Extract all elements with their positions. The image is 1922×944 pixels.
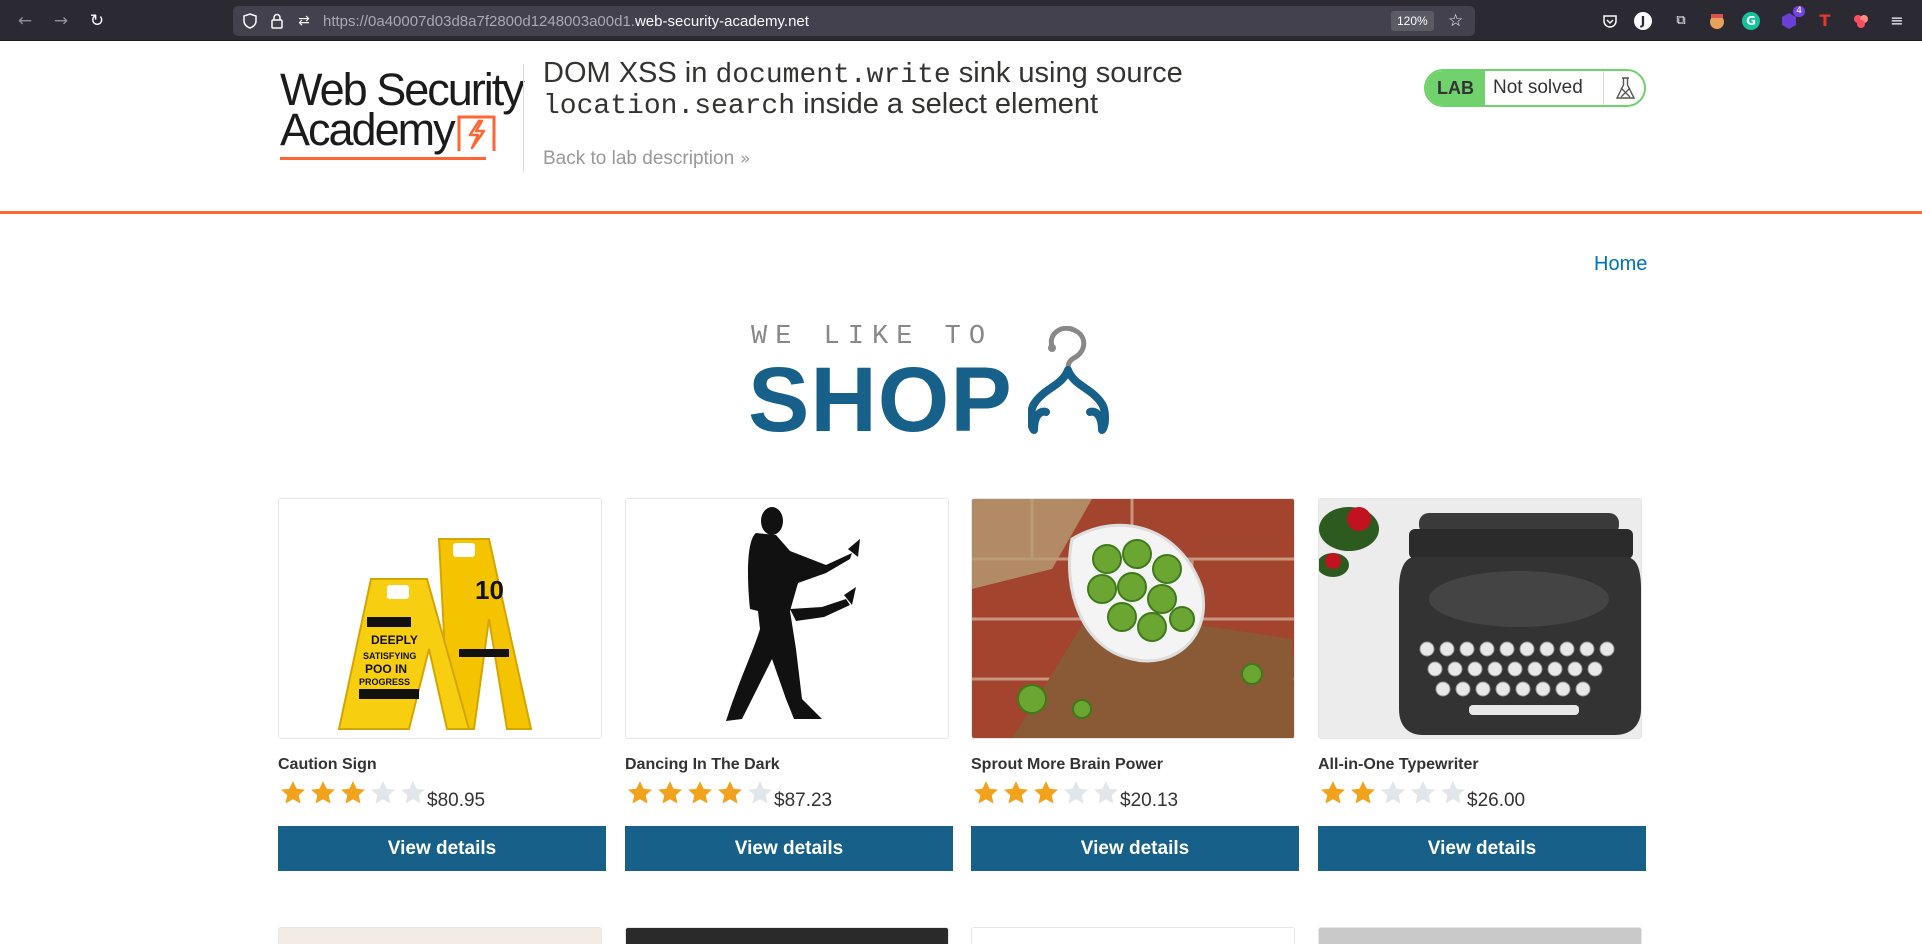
browser-toolbar: ← → ↻ ⇄ https://0a40007d03d8a7f2800d1248… (0, 0, 1922, 41)
lab-title-part2: sink using source (950, 57, 1183, 89)
star-filled-icon (688, 781, 712, 804)
product-price: $80.95 (427, 790, 486, 811)
reload-icon[interactable]: ↻ (84, 8, 110, 34)
lab-title-code1: document.write (715, 60, 951, 91)
product-image-caution-sign[interactable]: DEEPLY SATISFYING POO IN PROGRESS 10 (278, 498, 602, 739)
star-filled-icon (658, 781, 682, 804)
red-extension-icon[interactable] (1850, 10, 1872, 32)
star-filled-icon (1034, 781, 1058, 804)
hanger-icon (1028, 326, 1109, 434)
star-empty-icon (1411, 781, 1435, 804)
back-to-lab-description-link[interactable]: Back to lab description» (543, 148, 751, 170)
star-rating (278, 778, 428, 808)
star-empty-icon (1381, 781, 1405, 804)
lab-title-part1: DOM XSS in (543, 57, 716, 89)
t-extension-icon[interactable]: T (1814, 10, 1836, 32)
svg-text:DEEPLY: DEEPLY (371, 633, 418, 647)
double-chevron-right-icon: » (740, 149, 751, 169)
tracking-shield-icon[interactable] (239, 10, 261, 32)
home-link[interactable]: Home (1594, 253, 1647, 276)
shop-tagline: WE LIKE TO (751, 322, 994, 352)
svg-text:POO IN: POO IN (365, 662, 407, 676)
star-empty-icon (1441, 781, 1465, 804)
product-price: $20.13 (1120, 790, 1179, 811)
lab-status-widget: LAB Not solved (1424, 69, 1646, 107)
permissions-icon[interactable]: ⇄ (293, 10, 315, 32)
star-filled-icon (1351, 781, 1375, 804)
lab-title: DOM XSS in document.write sink using sou… (543, 57, 1243, 122)
svg-text:SATISFYING: SATISFYING (363, 651, 416, 661)
star-filled-icon (718, 781, 742, 804)
svg-text:PROGRESS: PROGRESS (359, 677, 410, 687)
logo-text-line2: Academy (280, 104, 456, 155)
product-image-partial[interactable] (1318, 927, 1642, 944)
product-name: Sprout More Brain Power (971, 756, 1164, 773)
star-empty-icon (1064, 781, 1088, 804)
star-rating (625, 778, 775, 808)
star-empty-icon (748, 781, 772, 804)
shop-word: SHOP (748, 349, 1013, 451)
view-details-button[interactable]: View details (278, 826, 606, 871)
product-name: Dancing In The Dark (625, 756, 780, 773)
lab-title-part3: inside a select element (795, 88, 1099, 120)
star-filled-icon (1321, 781, 1345, 804)
url-prefix: https://0a40007d03d8a7f2800d1248003a00d1… (323, 13, 635, 30)
star-empty-icon (1094, 781, 1118, 804)
extensions-puzzle-icon[interactable]: ⧉ (1670, 10, 1692, 32)
star-rating (1318, 778, 1468, 808)
star-filled-icon (628, 781, 652, 804)
star-filled-icon (341, 781, 365, 804)
lab-title-code2: location.search (543, 91, 796, 122)
cube-extension-icon[interactable]: 4 (1778, 6, 1805, 32)
account-extension-icon[interactable]: J (1634, 12, 1652, 30)
view-details-button[interactable]: View details (1318, 826, 1646, 871)
lab-pill: LAB (1426, 71, 1485, 105)
star-filled-icon (281, 781, 305, 804)
product-name: Caution Sign (278, 756, 377, 773)
product-price: $87.23 (774, 790, 833, 811)
star-empty-icon (401, 781, 425, 804)
product-image-partial[interactable] (625, 927, 949, 944)
view-details-button[interactable]: View details (625, 826, 953, 871)
product-image-dancing-in-the-dark[interactable] (625, 498, 949, 739)
lock-icon[interactable] (266, 10, 288, 32)
svg-text:10: 10 (475, 575, 504, 605)
pocket-icon[interactable] (1599, 10, 1621, 32)
lightning-bolt-icon (457, 115, 496, 151)
bookmark-star-icon[interactable]: ☆ (1448, 10, 1463, 32)
star-rating (971, 778, 1121, 808)
url-domain: web-security-academy.net (634, 13, 809, 30)
product-image-all-in-one-typewriter[interactable] (1318, 498, 1642, 739)
header-divider (523, 64, 524, 172)
product-price: $26.00 (1467, 790, 1526, 811)
lab-header: Web Security Academy DOM XSS in document… (0, 41, 1922, 214)
back-arrow-icon[interactable]: ← (12, 8, 38, 34)
star-filled-icon (311, 781, 335, 804)
view-details-button[interactable]: View details (971, 826, 1299, 871)
star-filled-icon (974, 781, 998, 804)
zoom-level[interactable]: 120% (1391, 11, 1434, 31)
star-filled-icon (1004, 781, 1028, 804)
product-image-partial[interactable] (278, 927, 602, 944)
url-text[interactable]: https://0a40007d03d8a7f2800d1248003a00d1… (323, 13, 809, 30)
web-security-academy-logo[interactable]: Web Security Academy (280, 67, 525, 160)
back-link-label: Back to lab description (543, 148, 735, 169)
address-bar[interactable]: ⇄ https://0a40007d03d8a7f2800d1248003a00… (233, 6, 1475, 36)
grammarly-icon[interactable]: G (1742, 12, 1760, 30)
cookie-extension-icon[interactable] (1706, 10, 1728, 32)
logo-underline (280, 157, 486, 160)
forward-arrow-icon[interactable]: → (48, 8, 74, 34)
flask-icon (1603, 71, 1644, 105)
product-image-sprout-more-brain-power[interactable] (971, 498, 1295, 739)
menu-hamburger-icon[interactable]: ≡ (1886, 10, 1908, 32)
product-name: All-in-One Typewriter (1318, 756, 1479, 773)
shop-banner: WE LIKE TO SHOP (748, 322, 1174, 450)
extension-badge: 4 (1793, 6, 1805, 17)
product-image-partial[interactable] (971, 927, 1295, 944)
star-empty-icon (371, 781, 395, 804)
lab-status-text: Not solved (1493, 77, 1583, 98)
